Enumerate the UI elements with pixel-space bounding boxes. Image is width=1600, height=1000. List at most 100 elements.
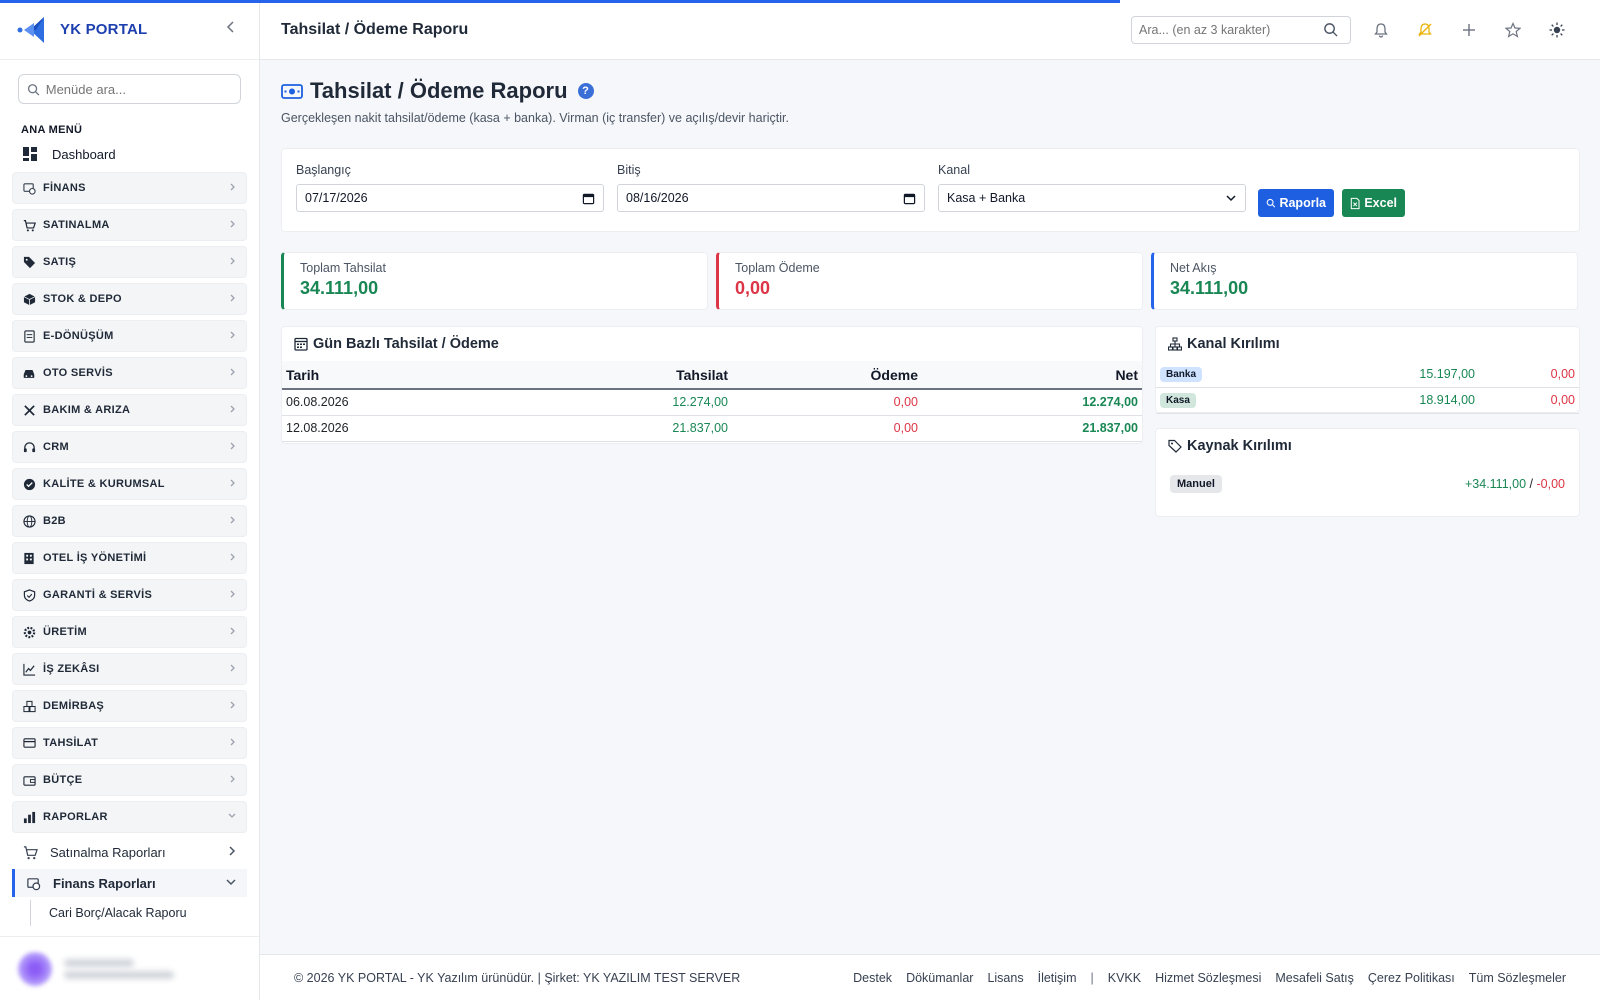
sidebar-group-i-zek-si[interactable]: İŞ ZEKÂSI [12,653,247,685]
cell-date: 12.08.2026 [282,415,482,442]
daily-table: Tarih Tahsilat Ödeme Net 06.08.2026 12.2… [282,361,1142,442]
help-icon[interactable]: ? [577,83,594,99]
filter-card: Başlangıç 07/17/2026 Bitiş 08/16/2026 Ka… [281,148,1580,232]
sun-icon[interactable] [1535,22,1579,38]
file-excel-icon [1350,197,1360,209]
tag-icon [22,255,36,269]
shield-icon [22,588,36,602]
calendar-icon[interactable] [582,192,595,205]
sidebar-group-satinalma[interactable]: SATINALMA [12,209,247,241]
sidebar-group-reti-m[interactable]: ÜRETİM [12,616,247,648]
calendar-icon[interactable] [903,192,916,205]
sidebar-group-b-t-e[interactable]: BÜTÇE [12,764,247,796]
chevron-right-icon [229,219,237,232]
source-row: Manuel +34.111,00 / -0,00 [1156,463,1579,493]
sidebar-subitem-label: Finans Raporları [53,875,156,891]
globe-icon [22,514,36,528]
chevron-down-icon [225,876,237,890]
start-date-group: Başlangıç 07/17/2026 [296,163,604,212]
tools-icon [22,403,36,417]
footer-link-service-agreement[interactable]: Hizmet Sözleşmesi [1155,971,1261,985]
cell-payment: 0,00 [732,389,922,416]
topbar-actions [1359,21,1579,38]
footer-link-all-agreements[interactable]: Tüm Sözleşmeler [1469,971,1566,985]
column-header-collection[interactable]: Tahsilat [482,361,732,390]
report-button-label: Raporla [1279,196,1326,210]
sidebar-group-demi-rba[interactable]: DEMİRBAŞ [12,690,247,722]
star-icon[interactable] [1491,21,1535,38]
badge-check-icon [22,477,36,491]
menu-search[interactable] [18,74,241,104]
start-date-input[interactable]: 07/17/2026 [296,184,604,212]
sidebar-leaf-cari-report[interactable]: Cari Borç/Alacak Raporu [30,900,247,926]
chevron-right-icon [229,256,237,269]
chevron-right-icon [229,441,237,454]
finance-report-icon [25,875,41,891]
plus-icon[interactable] [1447,22,1491,38]
sidebar-group-garanti-servi-s[interactable]: GARANTİ & SERVİS [12,579,247,611]
brand-name: YK PORTAL [60,21,148,38]
sidebar-subitem-purchase-reports[interactable]: Satınalma Raporları [12,838,247,866]
sidebar-group-e-d-n-m[interactable]: E-DÖNÜŞÜM [12,320,247,352]
search-icon[interactable] [1323,22,1338,37]
chevron-right-icon [229,737,237,750]
bell-slash-icon[interactable] [1403,22,1447,38]
column-header-net[interactable]: Net [922,361,1142,390]
box-icon [22,292,36,306]
sidebar-group-bakim-ariza[interactable]: BAKIM & ARIZA [12,394,247,426]
footer-link-contact[interactable]: İletişim [1038,971,1077,985]
user-info-blurred [64,955,174,983]
channel-card: Kanal Kırılımı Banka 15.197,00 0,00 Kasa… [1155,326,1580,414]
chevron-right-icon [229,367,237,380]
channel-select[interactable]: Kasa + Banka [938,184,1246,212]
sidebar-group-otel-i-y-neti-mi[interactable]: OTEL İŞ YÖNETİMİ [12,542,247,574]
start-date-label: Başlangıç [296,163,351,177]
cell-collection: 12.274,00 [482,389,732,416]
footer-link-docs[interactable]: Dökümanlar [906,971,973,985]
footer-link-cookie-policy[interactable]: Çerez Politikası [1368,971,1455,985]
column-header-payment[interactable]: Ödeme [732,361,922,390]
sidebar-group-label: SATIŞ [43,256,77,268]
chevron-right-icon [229,663,237,676]
sidebar-group-fi-nans[interactable]: FİNANS [12,172,247,204]
sidebar-group-crm[interactable]: CRM [12,431,247,463]
excel-button[interactable]: Excel [1342,189,1405,217]
end-date-input[interactable]: 08/16/2026 [617,184,925,212]
footer-separator: | [1090,970,1094,985]
report-button[interactable]: Raporla [1258,189,1334,217]
source-collection: +34.111,00 [1464,477,1527,491]
sidebar-subitem-finance-reports[interactable]: Finans Raporları [12,869,247,897]
sidebar-group-oto-servi-s[interactable]: OTO SERVİS [12,357,247,389]
sidebar-collapse-button[interactable] [219,20,243,39]
wallet-icon [22,773,36,787]
sidebar-item-dashboard[interactable]: Dashboard [0,140,259,168]
menu-search-input[interactable] [45,81,232,97]
sidebar-group-sati[interactable]: SATIŞ [12,246,247,278]
sidebar-group-tahsi-lat[interactable]: TAHSİLAT [12,727,247,759]
global-search-input[interactable] [1139,22,1323,37]
end-date-label: Bitiş [617,163,641,177]
global-search[interactable] [1131,15,1351,44]
sidebar-group-label: OTEL İŞ YÖNETİMİ [43,552,147,564]
sidebar-group-label: SATINALMA [43,219,110,231]
building-icon [22,551,36,565]
sidebar-group-stok-depo[interactable]: STOK & DEPO [12,283,247,315]
bell-icon[interactable] [1359,22,1403,38]
cell-date: 06.08.2026 [282,389,482,416]
chevron-down-icon [1226,195,1236,202]
brand-logo-icon [16,13,50,47]
chevron-right-icon [229,182,237,195]
sidebar-group-raporlar[interactable]: RAPORLAR [12,801,247,833]
cell-collection: 21.837,00 [482,415,732,442]
chevron-right-icon [229,330,237,343]
cell-net: 21.837,00 [922,415,1142,442]
footer-link-support[interactable]: Destek [853,971,892,985]
user-profile[interactable] [0,936,259,1000]
table-row: 06.08.2026 12.274,00 0,00 12.274,00 [282,389,1142,416]
column-header-date[interactable]: Tarih [282,361,482,390]
footer-link-kvkk[interactable]: KVKK [1108,971,1141,985]
footer-link-license[interactable]: Lisans [987,971,1023,985]
sidebar-group-b2b[interactable]: B2B [12,505,247,537]
sidebar-group-kali-te-kurumsal[interactable]: KALİTE & KURUMSAL [12,468,247,500]
footer-link-distance-sales[interactable]: Mesafeli Satış [1275,971,1354,985]
